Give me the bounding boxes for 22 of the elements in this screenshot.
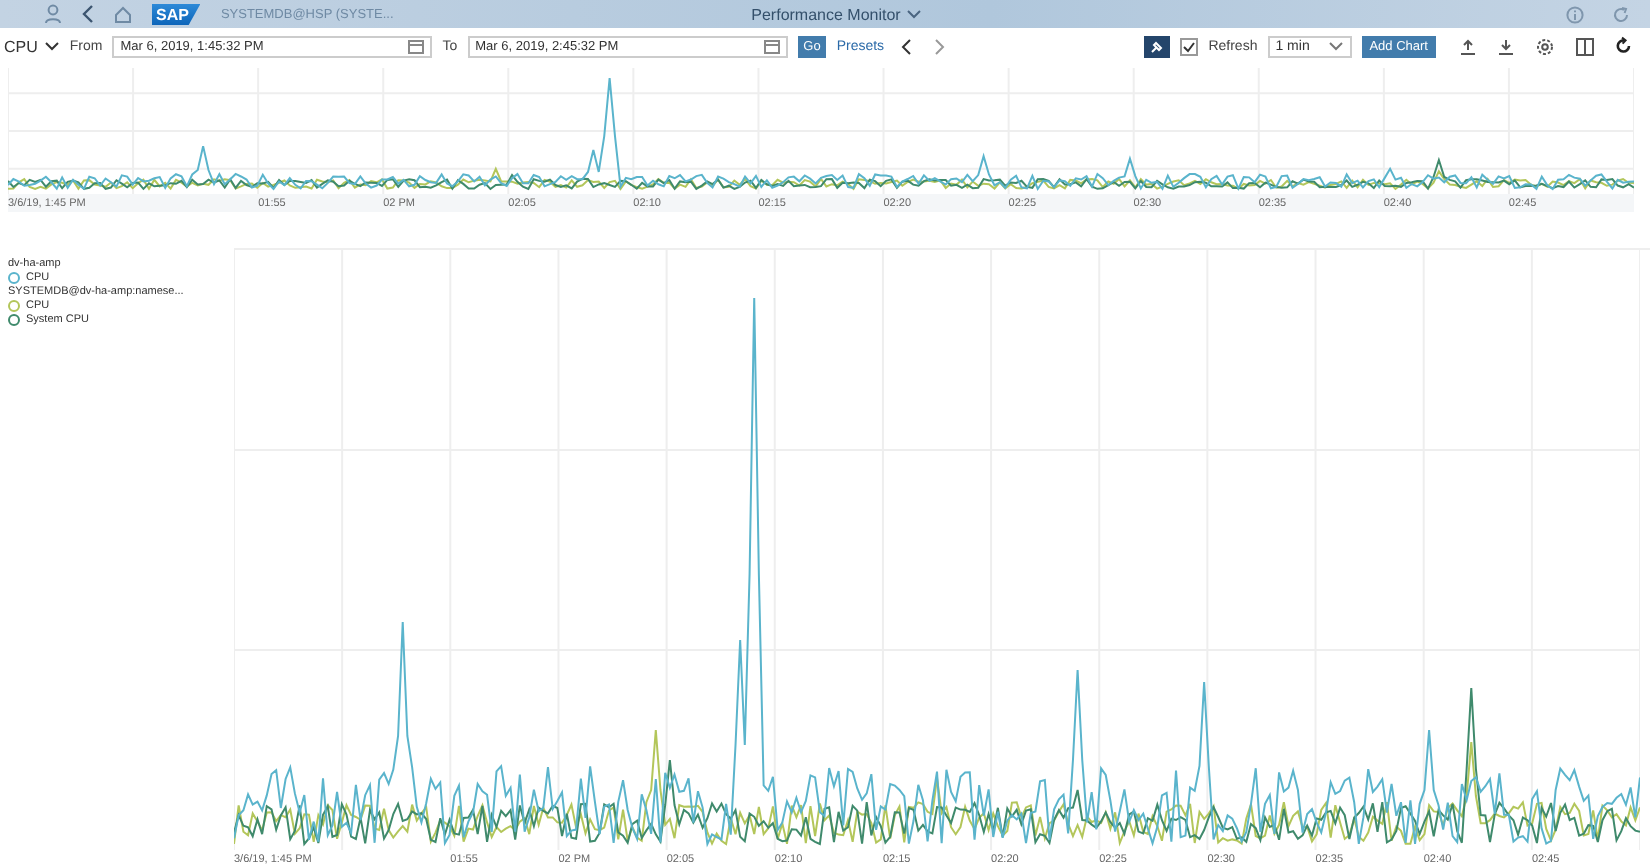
series-marker[interactable]	[8, 272, 20, 284]
calendar-icon[interactable]	[763, 38, 780, 54]
chevron-down-icon[interactable]	[43, 40, 60, 52]
settings-icon[interactable]	[1536, 37, 1554, 55]
refresh-checkbox[interactable]	[1180, 37, 1199, 55]
calendar-icon[interactable]	[408, 38, 425, 54]
series-marker[interactable]	[8, 314, 20, 326]
next-icon[interactable]	[934, 37, 947, 55]
pin-button[interactable]	[1144, 35, 1171, 57]
home-icon[interactable]	[114, 5, 132, 23]
refresh-icon[interactable]	[1616, 36, 1632, 56]
upload-icon[interactable]	[1460, 37, 1476, 55]
metric-dropdown[interactable]: CPU	[4, 37, 60, 55]
download-icon[interactable]	[1498, 37, 1514, 55]
previous-icon[interactable]	[900, 37, 913, 55]
logo: SAP	[152, 3, 201, 25]
pin-icon[interactable]	[1150, 39, 1165, 53]
back-icon[interactable]	[82, 4, 94, 24]
series-marker[interactable]	[8, 300, 20, 312]
panel-icon[interactable]	[1576, 37, 1594, 55]
app-title[interactable]: Performance Monitor	[751, 5, 923, 23]
user-icon[interactable]	[44, 4, 62, 24]
